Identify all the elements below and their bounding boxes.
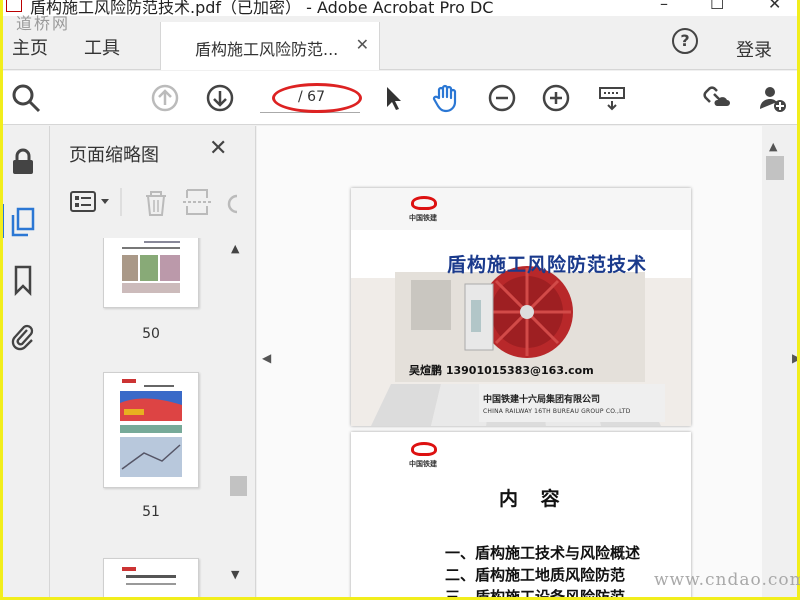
- window-close-button[interactable]: ✕: [768, 0, 781, 13]
- arrow-up-circle-icon[interactable]: [149, 82, 181, 114]
- window-title: 盾构施工风险防范技术.pdf（已加密） - Adobe Acrobat Pro …: [30, 0, 494, 16]
- slide-org-en: CHINA RAILWAY 16TH BUREAU GROUP CO.,LTD: [483, 408, 631, 415]
- slide-org: 中国铁建十六局集团有限公司: [483, 395, 601, 405]
- collapse-right-icon[interactable]: ▶: [792, 351, 800, 365]
- bookmark-icon[interactable]: [9, 264, 37, 297]
- scroll-thumb[interactable]: [230, 476, 247, 496]
- logo-caption: 中国铁建: [409, 460, 437, 468]
- link-cloud-icon[interactable]: [700, 82, 732, 114]
- extract-page-icon[interactable]: [183, 189, 211, 215]
- scroll-up-icon[interactable]: ▲: [231, 242, 239, 255]
- panel-title: 页面缩略图: [69, 145, 159, 166]
- slide-title: 盾构施工风险防范技术: [447, 254, 648, 276]
- pdf-page-2: 中国铁建 内 容 一、盾构施工技术与风险概述 二、盾构施工地质风险防范 三、盾构…: [351, 432, 691, 600]
- logo-caption: 中国铁建: [409, 214, 437, 222]
- thumbnails-panel: 页面缩略图 ✕ 50 51 ▲ ▼: [51, 126, 256, 600]
- thumbnail-scrollbar[interactable]: ▲ ▼: [227, 238, 247, 588]
- attachment-icon[interactable]: [9, 320, 37, 352]
- rotate-icon[interactable]: [227, 194, 238, 214]
- contents-item: 二、盾构施工地质风险防范: [445, 566, 626, 584]
- contents-item: 三、盾构施工设备风险防范: [445, 588, 626, 600]
- thumbnail-list: 50 51: [51, 238, 227, 600]
- zoom-out-icon[interactable]: [486, 82, 518, 114]
- toolbar: / 67: [0, 71, 800, 125]
- hand-icon[interactable]: [430, 82, 462, 114]
- add-user-icon[interactable]: [756, 82, 788, 114]
- zoom-in-icon[interactable]: [540, 82, 572, 114]
- scroll-track[interactable]: [766, 126, 784, 600]
- document-scrollbar[interactable]: ▲ ▶: [762, 126, 800, 600]
- login-button[interactable]: 登录: [736, 36, 772, 62]
- thumbnail-page-51[interactable]: [103, 372, 199, 488]
- rail-active-indicator: [0, 204, 4, 238]
- watermark-top: 道桥网: [16, 14, 71, 33]
- trash-icon[interactable]: [146, 191, 166, 216]
- thumbnail-label-51: 51: [142, 504, 160, 520]
- pages-icon[interactable]: [9, 206, 37, 238]
- slide-author: 吴煊鹏 13901015383@163.com: [409, 364, 594, 377]
- contents-heading: 内 容: [499, 488, 568, 510]
- page-total: / 67: [298, 89, 325, 105]
- doc-scroll-up-icon[interactable]: ▲: [769, 140, 777, 153]
- document-view: ◀ 中国铁建 盾构施工风险防范技术 吴煊鹏 13901015383@163.co…: [257, 126, 762, 600]
- thumbnail-tools: [69, 186, 249, 218]
- nav-home[interactable]: 主页: [12, 34, 48, 60]
- pdf-page-1: 中国铁建 盾构施工风险防范技术 吴煊鹏 13901015383@163.com …: [351, 188, 691, 426]
- company-logo-icon: [411, 442, 437, 456]
- doc-scroll-thumb[interactable]: [766, 156, 784, 180]
- page1-background: [351, 188, 691, 426]
- page-number-field[interactable]: / 67: [260, 83, 362, 113]
- arrow-down-circle-icon[interactable]: [204, 82, 236, 114]
- options-menu-icon[interactable]: [70, 191, 109, 212]
- thumbnail-page-50[interactable]: [103, 238, 199, 308]
- pointer-icon[interactable]: [376, 82, 408, 114]
- thumbnail-label-50: 50: [142, 326, 160, 342]
- contents-item: 一、盾构施工技术与风险概述: [445, 544, 641, 562]
- tab-close-icon[interactable]: ✕: [356, 35, 369, 54]
- thumbnail-page-52[interactable]: [103, 558, 199, 600]
- document-tab[interactable]: 盾构施工风险防范... ✕: [160, 22, 380, 70]
- help-icon[interactable]: ?: [672, 28, 698, 54]
- company-logo-icon: [411, 196, 437, 210]
- minimize-button[interactable]: –: [660, 0, 668, 13]
- keyboard-icon[interactable]: [596, 82, 628, 114]
- maximize-button[interactable]: ☐: [710, 0, 724, 13]
- panel-close-icon[interactable]: ✕: [209, 136, 227, 161]
- watermark-bottom: www.cndao.com: [654, 570, 800, 590]
- scroll-down-icon[interactable]: ▼: [231, 568, 239, 581]
- nav-tools[interactable]: 工具: [84, 34, 120, 60]
- left-rail: [0, 126, 50, 600]
- collapse-left-icon[interactable]: ◀: [262, 351, 271, 365]
- search-zoom-icon[interactable]: [10, 82, 42, 114]
- lock-icon[interactable]: [9, 146, 37, 178]
- tab-bar: 主页 工具 盾构施工风险防范... ✕ ? 登录: [0, 16, 800, 70]
- title-bar: 盾构施工风险防范技术.pdf（已加密） - Adobe Acrobat Pro …: [0, 0, 800, 16]
- document-tab-label: 盾构施工风险防范...: [195, 40, 339, 59]
